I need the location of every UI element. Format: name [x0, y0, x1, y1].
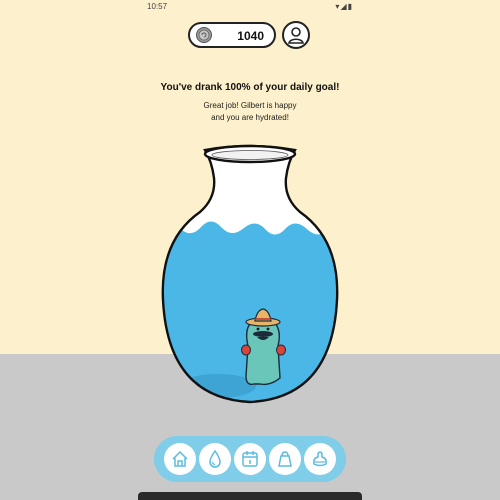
nav-home-button[interactable] [164, 443, 196, 475]
bottom-nav [154, 436, 346, 482]
nav-shop-button[interactable] [269, 443, 301, 475]
coin-icon [196, 27, 212, 43]
goal-subtext: Great job! Gilbert is happy and you are … [150, 100, 350, 124]
status-bar: 10:57 ▾◢▮ [0, 0, 500, 14]
nav-wardrobe-button[interactable] [304, 443, 336, 475]
mascot-gilbert[interactable] [241, 308, 286, 386]
status-time: 10:57 [147, 2, 168, 11]
home-icon [172, 450, 188, 467]
system-gesture-bar [138, 492, 362, 500]
coin-count: 1040 [237, 29, 264, 43]
nav-calendar-button[interactable] [234, 443, 266, 475]
goal-subtext-line2: and you are hydrated! [211, 113, 289, 122]
shop-bag-icon [278, 451, 292, 467]
goal-headline: You've drank 100% of your daily goal! [160, 82, 340, 93]
status-icons: ▾◢▮ [335, 2, 353, 11]
goal-subtext-line1: Great job! Gilbert is happy [203, 101, 297, 110]
signal-icon: ◢ [340, 2, 348, 11]
wardrobe-icon [313, 451, 327, 467]
water-vase [161, 144, 339, 404]
profile-button[interactable] [282, 21, 310, 49]
person-icon [288, 27, 304, 44]
water-drop-icon [209, 449, 221, 468]
battery-icon: ▮ [347, 2, 353, 11]
nav-water-button[interactable] [199, 443, 231, 475]
calendar-icon [242, 451, 258, 467]
coin-balance[interactable]: 1040 [188, 22, 276, 48]
